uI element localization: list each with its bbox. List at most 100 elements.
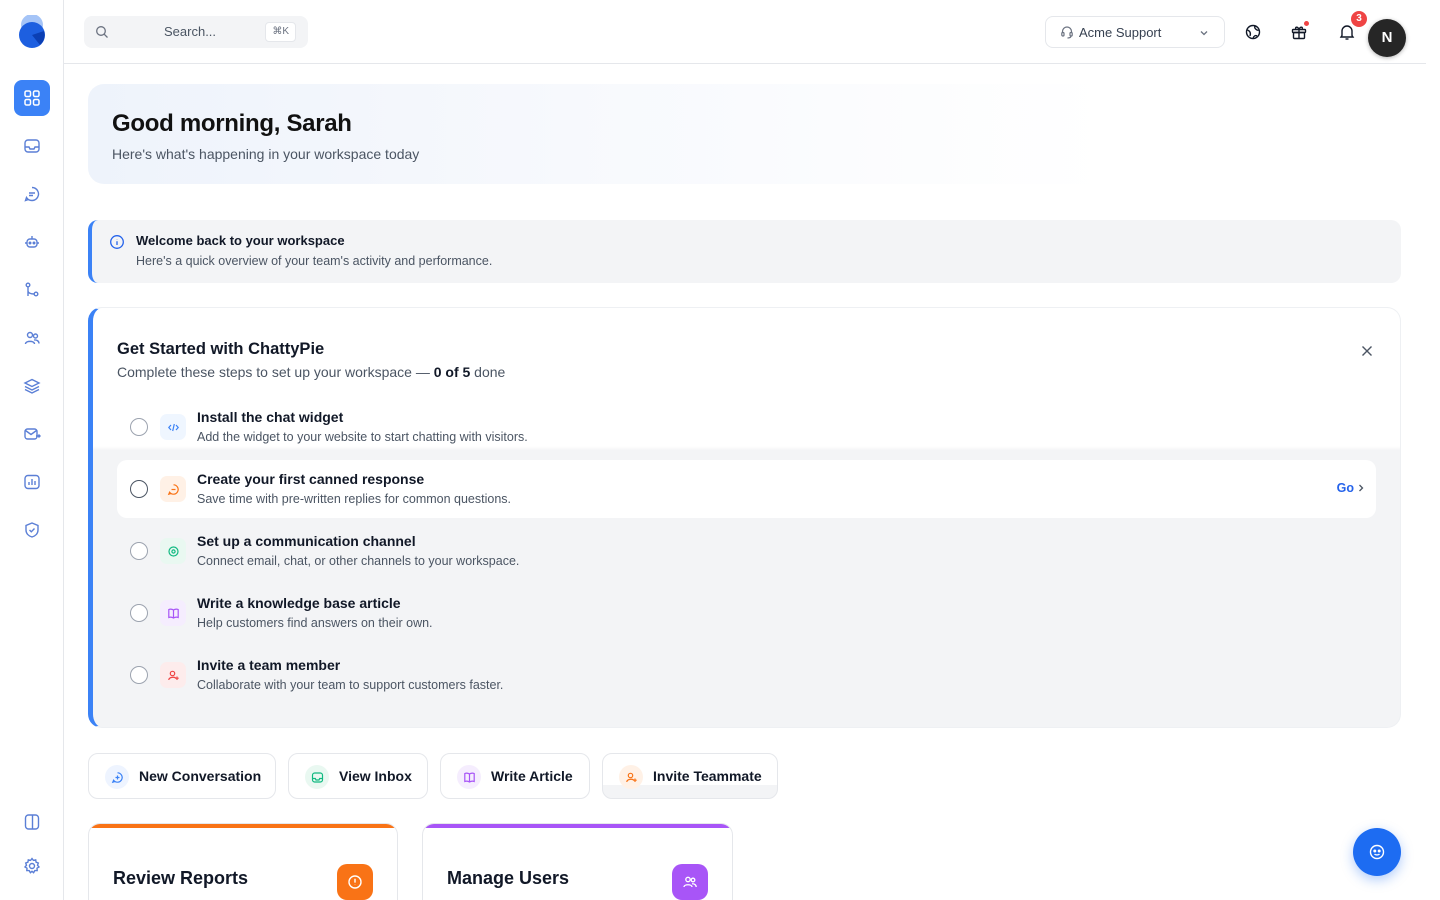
step-description: Add the widget to your website to start …: [197, 430, 528, 444]
write-article-button[interactable]: Write Article: [440, 753, 590, 799]
workspace-name: Acme Support: [1079, 25, 1162, 40]
step-title: Invite a team member: [197, 657, 341, 673]
checklist-title: Get Started with ChattyPie: [117, 340, 325, 358]
banner-title: Welcome back to your workspace: [136, 233, 345, 248]
gift-unread-dot: [1303, 20, 1310, 27]
checklist-step[interactable]: Invite a team member Collaborate with yo…: [117, 646, 1376, 704]
info-icon: [110, 235, 124, 249]
search-shortcut-hint: ⌘K: [265, 22, 296, 42]
book-icon: [167, 608, 179, 619]
book-icon: [463, 772, 475, 783]
sidebar-item-campaigns[interactable]: [14, 416, 50, 452]
user-avatar[interactable]: N: [1368, 19, 1406, 57]
page-subtitle: Here's what's happening in your workspac…: [112, 146, 420, 162]
banner-description: Here's a quick overview of your team's a…: [136, 254, 493, 268]
step-checkbox[interactable]: [130, 542, 148, 560]
users-icon: [24, 331, 40, 345]
onboarding-checklist: Get Started with ChattyPie Complete thes…: [88, 307, 1401, 728]
checklist-step[interactable]: Set up a communication channel Connect e…: [117, 522, 1376, 580]
chevron-right-icon[interactable]: [1356, 483, 1366, 493]
step-description: Save time with pre-written replies for c…: [197, 492, 512, 506]
manage-users-card[interactable]: Manage Users: [422, 823, 733, 900]
card-icon-wrap: [337, 864, 373, 900]
step-checkbox[interactable]: [130, 666, 148, 684]
layers-icon: [23, 378, 41, 394]
sidebar-item-bots[interactable]: [14, 224, 50, 260]
card-icon-wrap: [672, 864, 708, 900]
search-placeholder: Search...: [164, 24, 217, 39]
grid-icon: [24, 90, 40, 106]
chat-support-fab[interactable]: [1353, 828, 1401, 876]
sidebar-item-workflows[interactable]: [14, 272, 50, 308]
sidebar-item-knowledge-base[interactable]: [14, 368, 50, 404]
close-icon[interactable]: [1360, 344, 1374, 358]
review-reports-card[interactable]: Review Reports: [88, 823, 398, 900]
alert-circle-icon: [348, 875, 362, 889]
notification-count-badge: 3: [1351, 11, 1367, 27]
checklist-step[interactable]: Write a knowledge base article Help cust…: [117, 584, 1376, 642]
git-branch-icon: [25, 282, 39, 297]
top-bar: Search... ⌘K Acme Support 3 N: [64, 0, 1426, 64]
info-banner: Welcome back to your workspace Here's a …: [88, 220, 1401, 283]
step-title: Install the chat widget: [197, 409, 344, 425]
card-accent-bar: [89, 824, 397, 828]
step-description: Collaborate with your team to support cu…: [197, 678, 504, 692]
user-plus-icon: [167, 670, 179, 680]
q-icon-wrap: [305, 765, 329, 789]
checklist-step[interactable]: Install the chat widget Add the widget t…: [117, 398, 1376, 456]
mail-send-icon: [24, 428, 41, 440]
step-icon-wrap: [160, 414, 186, 440]
status-globe-icon[interactable]: [1243, 22, 1263, 42]
bot-icon: [25, 236, 39, 248]
step-description: Help customers find answers on their own…: [197, 616, 433, 630]
sidebar-item-inbox[interactable]: [14, 128, 50, 164]
scrollbar-track[interactable]: [1426, 0, 1440, 900]
step-checkbox[interactable]: [130, 480, 148, 498]
search-icon: [96, 26, 108, 38]
app-logo[interactable]: [18, 15, 46, 49]
step-icon-wrap: [160, 600, 186, 626]
checklist-progress: 0 of 5: [433, 364, 471, 380]
search-input[interactable]: Search... ⌘K: [84, 16, 308, 48]
step-icon-wrap: [160, 538, 186, 564]
card-accent-bar: [423, 824, 732, 828]
invite-teammate-button[interactable]: Invite Teammate: [602, 753, 778, 799]
card-title: Manage Users: [447, 868, 570, 888]
sidebar: [0, 0, 64, 900]
q-icon-wrap: [619, 765, 643, 789]
sidebar-item-dashboard[interactable]: [14, 80, 50, 116]
step-icon-wrap: [160, 476, 186, 502]
user-plus-icon: [625, 772, 637, 782]
q-icon-wrap: [105, 765, 129, 789]
view-inbox-button[interactable]: View Inbox: [288, 753, 428, 799]
checklist-subtitle-suffix: done: [470, 364, 506, 380]
step-checkbox[interactable]: [130, 604, 148, 622]
step-icon-wrap: [160, 662, 186, 688]
channel-icon: [167, 545, 179, 557]
chat-bubble-icon: [24, 186, 40, 202]
headset-icon: [1061, 26, 1073, 39]
shield-check-icon: [25, 522, 39, 538]
sidebar-item-conversations[interactable]: [14, 176, 50, 212]
page-title: Good morning, Sarah: [112, 110, 352, 137]
chat-plus-icon: [111, 771, 123, 783]
workspace-select[interactable]: Acme Support: [1045, 16, 1225, 48]
gear-icon: [23, 857, 41, 874]
step-title: Set up a communication channel: [197, 533, 416, 549]
chevron-down-icon: [1200, 31, 1208, 36]
sidebar-item-contacts[interactable]: [14, 320, 50, 356]
step-title: Create your first canned response: [197, 471, 425, 487]
sidebar-item-reports[interactable]: [14, 464, 50, 500]
new-conversation-button[interactable]: New Conversation: [88, 753, 276, 799]
checklist-step[interactable]: Create your first canned response Save t…: [117, 460, 1376, 518]
sidebar-item-security[interactable]: [14, 512, 50, 548]
step-go-link[interactable]: Go: [1337, 481, 1354, 495]
checklist-subtitle-text: Complete these steps to set up your work…: [117, 364, 434, 380]
step-description: Connect email, chat, or other channels t…: [197, 554, 520, 568]
sidebar-item-settings[interactable]: [14, 848, 50, 884]
inbox-icon: [311, 771, 323, 783]
sidebar-panel-icon: [24, 814, 40, 830]
inbox-icon: [24, 139, 40, 153]
sidebar-toggle-button[interactable]: [14, 804, 50, 840]
step-checkbox[interactable]: [130, 418, 148, 436]
